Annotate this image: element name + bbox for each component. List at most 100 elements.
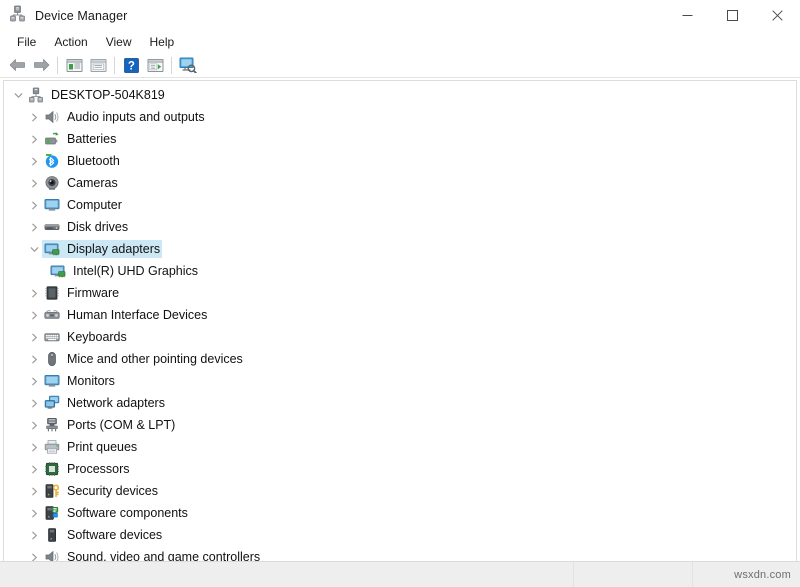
computer-tower-icon <box>26 86 46 104</box>
tree-node-label: Computer <box>66 197 124 213</box>
monitor-icon <box>42 196 62 214</box>
update-driver-icon[interactable] <box>143 54 167 76</box>
chevron-right-icon[interactable] <box>26 546 42 561</box>
battery-icon <box>42 130 62 148</box>
tree-node-human-interface-devices[interactable]: Human Interface Devices <box>4 304 796 326</box>
svg-text:?: ? <box>127 60 134 72</box>
mouse-icon <box>42 350 62 368</box>
tree-node-keyboards[interactable]: Keyboards <box>4 326 796 348</box>
status-pane-primary <box>0 562 573 587</box>
keyboard-icon <box>42 328 62 346</box>
tree-node-display-adapters[interactable]: Display adapters <box>4 238 796 260</box>
chevron-right-icon[interactable] <box>26 216 42 238</box>
site-watermark: wsxdn.com <box>734 569 791 581</box>
tree-node-print-queues[interactable]: Print queues <box>4 436 796 458</box>
tree-node-audio-inputs-and-outputs[interactable]: Audio inputs and outputs <box>4 106 796 128</box>
tree-node-disk-drives[interactable]: Disk drives <box>4 216 796 238</box>
chevron-down-icon[interactable] <box>26 238 42 260</box>
status-bar: wsxdn.com <box>0 561 800 587</box>
tree-node-label: Display adapters <box>66 241 162 257</box>
printer-icon <box>42 438 62 456</box>
maximize-button[interactable] <box>710 0 755 31</box>
chevron-right-icon[interactable] <box>26 326 42 348</box>
menu-file[interactable]: File <box>8 33 45 52</box>
tree-node-sound-video-and-game-controllers[interactable]: Sound, video and game controllers <box>4 546 796 561</box>
chevron-right-icon[interactable] <box>26 502 42 524</box>
chevron-right-icon[interactable] <box>26 194 42 216</box>
tree-node-security-devices[interactable]: Security devices <box>4 480 796 502</box>
window-title: Device Manager <box>35 9 127 23</box>
tree-node-bluetooth[interactable]: Bluetooth <box>4 150 796 172</box>
show-hide-console-tree-icon[interactable] <box>62 54 86 76</box>
tree-node-computer[interactable]: Computer <box>4 194 796 216</box>
tree-node-label: Monitors <box>66 373 117 389</box>
scan-for-hardware-changes-icon[interactable] <box>176 54 200 76</box>
chevron-right-icon[interactable] <box>26 150 42 172</box>
tree-node-label: Ports (COM & LPT) <box>66 417 177 433</box>
chevron-right-icon[interactable] <box>26 106 42 128</box>
tree-node-processors[interactable]: Processors <box>4 458 796 480</box>
tree-node-intel-uhd-graphics[interactable]: Intel(R) UHD Graphics <box>4 260 796 282</box>
content-area: DESKTOP-504K819 Audio inputs and outputs <box>0 78 800 561</box>
tree-node-label: Batteries <box>66 131 118 147</box>
device-tree[interactable]: DESKTOP-504K819 Audio inputs and outputs <box>3 80 797 561</box>
device-manager-window: Device Manager File Action View Help <box>0 0 800 587</box>
security-key-icon <box>42 482 62 500</box>
tree-node-label: Firmware <box>66 285 121 301</box>
tree-node-label: DESKTOP-504K819 <box>50 87 167 103</box>
tree-node-firmware[interactable]: Firmware <box>4 282 796 304</box>
chevron-right-icon[interactable] <box>26 128 42 150</box>
menu-action[interactable]: Action <box>45 33 96 52</box>
software-component-icon <box>42 504 62 522</box>
chevron-right-icon[interactable] <box>26 370 42 392</box>
tree-node-software-devices[interactable]: Software devices <box>4 524 796 546</box>
chevron-down-icon[interactable] <box>10 84 26 106</box>
speaker-icon <box>42 548 62 561</box>
chevron-right-icon[interactable] <box>26 282 42 304</box>
tree-node-batteries[interactable]: Batteries <box>4 128 796 150</box>
display-adapter-icon <box>42 240 62 258</box>
tree-node-label: Cameras <box>66 175 120 191</box>
back-arrow-icon[interactable] <box>5 54 29 76</box>
tree-node-mice-and-other-pointing-devices[interactable]: Mice and other pointing devices <box>4 348 796 370</box>
forward-arrow-icon[interactable] <box>29 54 53 76</box>
toolbar: ? <box>0 53 800 78</box>
tree-node-label: Sound, video and game controllers <box>66 549 262 561</box>
tree-node-desktop[interactable]: DESKTOP-504K819 <box>4 84 796 106</box>
window-controls <box>665 0 800 31</box>
device-manager-icon <box>9 5 26 27</box>
tree-node-cameras[interactable]: Cameras <box>4 172 796 194</box>
tree-node-network-adapters[interactable]: Network adapters <box>4 392 796 414</box>
minimize-button[interactable] <box>665 0 710 31</box>
tree-node-label: Network adapters <box>66 395 167 411</box>
software-device-icon <box>42 526 62 544</box>
chevron-right-icon[interactable] <box>26 414 42 436</box>
menu-view[interactable]: View <box>97 33 141 52</box>
chevron-right-icon[interactable] <box>26 392 42 414</box>
toolbar-separator-3 <box>171 57 172 74</box>
properties-icon[interactable] <box>86 54 110 76</box>
tree-node-monitors[interactable]: Monitors <box>4 370 796 392</box>
chevron-right-icon[interactable] <box>26 458 42 480</box>
camera-icon <box>42 174 62 192</box>
title-bar: Device Manager <box>0 0 800 31</box>
help-icon[interactable]: ? <box>119 54 143 76</box>
tree-node-software-components[interactable]: Software components <box>4 502 796 524</box>
chevron-right-icon[interactable] <box>26 480 42 502</box>
chevron-right-icon[interactable] <box>26 172 42 194</box>
menu-help[interactable]: Help <box>141 33 184 52</box>
tree-node-label: Keyboards <box>66 329 129 345</box>
tree-node-ports-com-and-lpt[interactable]: Ports (COM & LPT) <box>4 414 796 436</box>
hid-icon <box>42 306 62 324</box>
chevron-right-icon[interactable] <box>26 348 42 370</box>
close-button[interactable] <box>755 0 800 31</box>
tree-node-label: Software components <box>66 505 190 521</box>
tree-node-label: Intel(R) UHD Graphics <box>72 263 200 279</box>
toolbar-separator-1 <box>57 57 58 74</box>
tree-node-label: Processors <box>66 461 132 477</box>
display-adapter-icon <box>48 262 68 280</box>
chevron-right-icon[interactable] <box>26 304 42 326</box>
tree-node-label: Security devices <box>66 483 160 499</box>
chevron-right-icon[interactable] <box>26 524 42 546</box>
chevron-right-icon[interactable] <box>26 436 42 458</box>
